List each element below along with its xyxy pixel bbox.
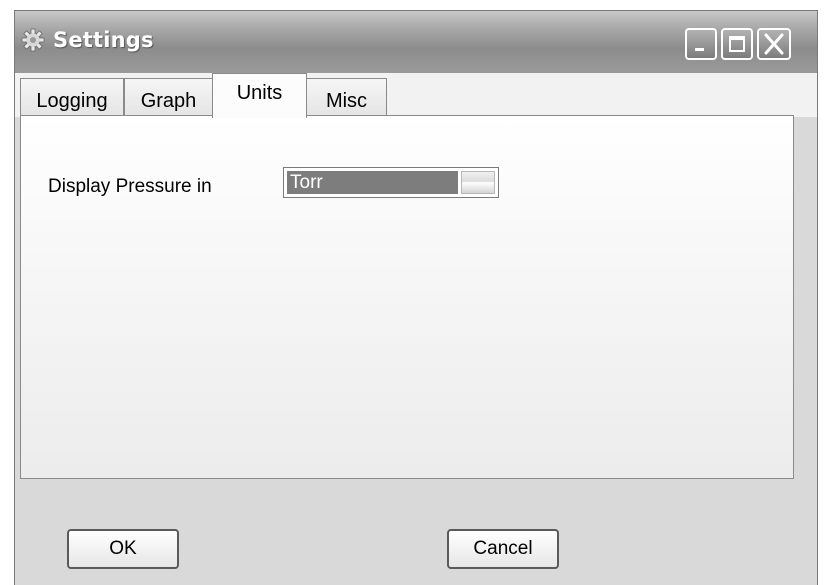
tab-logging[interactable]: Logging — [20, 78, 124, 117]
tab-strip: Logging Graph Units Misc — [15, 73, 817, 118]
cancel-button[interactable]: Cancel — [447, 529, 559, 569]
tab-graph[interactable]: Graph — [124, 78, 213, 117]
tab-units[interactable]: Units — [212, 73, 307, 118]
minimize-button[interactable] — [685, 28, 717, 60]
pressure-unit-value: Torr — [287, 171, 458, 194]
maximize-button[interactable] — [721, 28, 753, 60]
title-bar[interactable]: Settings — [15, 11, 817, 73]
close-button[interactable] — [757, 28, 791, 60]
units-tab-panel: Display Pressure in Torr — [20, 115, 794, 479]
display-pressure-label: Display Pressure in — [48, 176, 212, 197]
dropdown-arrow-icon[interactable] — [461, 171, 495, 194]
close-icon — [764, 33, 784, 55]
pressure-unit-select[interactable]: Torr — [283, 167, 499, 198]
tab-misc[interactable]: Misc — [306, 78, 387, 117]
minimize-icon — [695, 48, 704, 51]
window-title: Settings — [53, 28, 154, 52]
settings-window: Settings Logging Graph Units Misc Displa… — [14, 10, 818, 585]
gear-icon — [21, 28, 45, 52]
ok-button[interactable]: OK — [67, 529, 179, 569]
maximize-icon — [729, 36, 745, 52]
